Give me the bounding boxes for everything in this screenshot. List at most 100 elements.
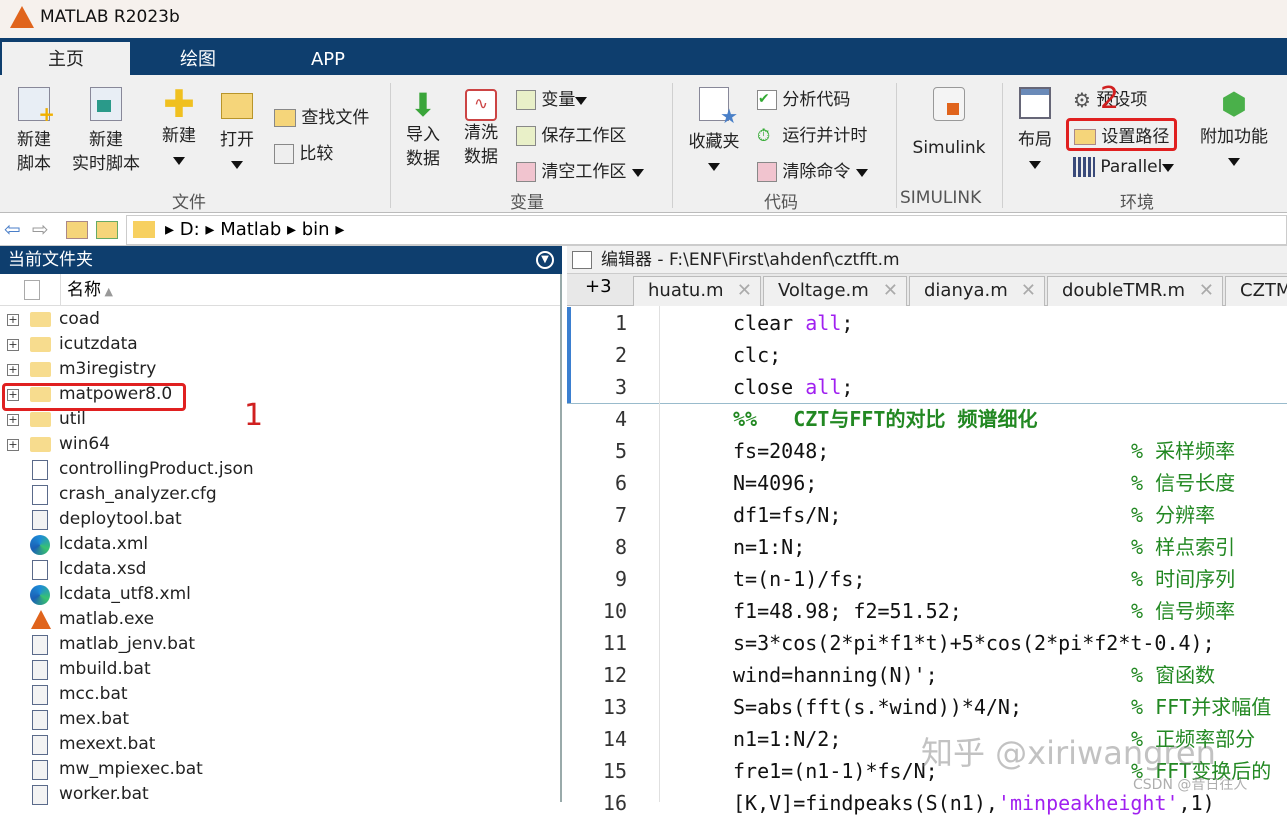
- line-number: 2: [567, 339, 627, 371]
- file-list-item[interactable]: matlab_jenv.bat: [0, 632, 560, 657]
- label: 分析代码: [782, 90, 850, 110]
- new-live-script-button[interactable]: 新建实时脚本: [66, 87, 146, 176]
- file-name: matlab.exe: [59, 607, 154, 632]
- file-list-item[interactable]: mbuild.bat: [0, 657, 560, 682]
- tab-apps[interactable]: APP: [270, 42, 386, 75]
- close-icon[interactable]: ✕: [1199, 277, 1214, 305]
- expand-icon[interactable]: +: [7, 339, 19, 351]
- expand-icon[interactable]: +: [7, 414, 19, 426]
- line-number: 6: [567, 467, 627, 499]
- file-list-item[interactable]: mexext.bat: [0, 732, 560, 757]
- editor-tab[interactable]: huatu.m✕: [633, 276, 761, 306]
- path-part[interactable]: D:: [180, 219, 200, 240]
- name-column-header[interactable]: 名称 ▲: [60, 274, 113, 306]
- variable-icon: [516, 90, 536, 110]
- code-text: S=abs(fft(s.*wind))*4/N;: [733, 691, 1022, 723]
- file-list-item[interactable]: crash_analyzer.cfg: [0, 482, 560, 507]
- save-workspace-button[interactable]: 保存工作区: [516, 121, 626, 146]
- tab-plots[interactable]: 绘图: [140, 42, 256, 75]
- editor-tab[interactable]: doubleTMR.m✕: [1047, 276, 1223, 306]
- clean-data-button[interactable]: ∿ 清洗数据: [458, 87, 504, 169]
- simulink-icon: [933, 87, 965, 121]
- import-data-button[interactable]: ⬇ 导入数据: [400, 87, 446, 171]
- file-list-item[interactable]: controllingProduct.json: [0, 457, 560, 482]
- parallel-button[interactable]: Parallel: [1073, 157, 1174, 177]
- file-name: controllingProduct.json: [59, 457, 254, 482]
- variable-button[interactable]: 变量: [516, 85, 587, 110]
- label: 实时脚本: [66, 152, 146, 176]
- code-text: clc;: [733, 339, 781, 371]
- label: 运行并计时: [782, 126, 867, 146]
- addons-button[interactable]: ⬢ 附加功能: [1194, 87, 1274, 173]
- editor-tab[interactable]: dianya.m✕: [909, 276, 1045, 306]
- expand-icon[interactable]: +: [7, 364, 19, 376]
- file-name: mcc.bat: [59, 682, 128, 707]
- tab-overflow-button[interactable]: +3: [585, 276, 612, 297]
- new-script-button[interactable]: + 新建脚本: [8, 87, 60, 176]
- path-part[interactable]: bin: [302, 219, 330, 240]
- expand-icon[interactable]: +: [7, 314, 19, 326]
- forward-arrow-icon[interactable]: ⇨: [32, 217, 49, 241]
- checkmark-icon: ✔: [757, 90, 777, 110]
- open-button[interactable]: 打开: [214, 87, 260, 176]
- clear-workspace-button[interactable]: 清空工作区: [516, 157, 644, 182]
- code-line: 3close all;: [567, 371, 1287, 403]
- up-folder-icon[interactable]: [66, 221, 88, 239]
- code-comment: % 窗函数: [1131, 659, 1215, 691]
- line-number: 8: [567, 531, 627, 563]
- label: Simulink: [906, 136, 992, 160]
- clear-commands-button[interactable]: 清除命令: [757, 157, 868, 182]
- file-list-item[interactable]: mex.bat: [0, 707, 560, 732]
- folder-icon: [30, 437, 51, 452]
- file-list-item[interactable]: lcdata.xml: [0, 532, 560, 557]
- close-icon[interactable]: ✕: [883, 277, 898, 305]
- layout-button[interactable]: 布局: [1012, 87, 1058, 176]
- panel-menu-icon[interactable]: ▼: [536, 251, 554, 269]
- chevron-down-icon: [1228, 158, 1240, 166]
- matlab-exe-icon: [31, 610, 51, 629]
- find-files-button[interactable]: 查找文件: [274, 103, 369, 128]
- file-list-item[interactable]: +m3iregistry: [0, 357, 560, 382]
- editor-tab[interactable]: CZTM: [1225, 276, 1287, 306]
- favorites-icon: ★: [699, 87, 729, 121]
- code-text: n1=1:N/2;: [733, 723, 841, 755]
- back-arrow-icon[interactable]: ⇦: [4, 217, 21, 241]
- code-comment: % 采样频率: [1131, 435, 1235, 467]
- editor-tabs: +3 huatu.m✕ Voltage.m✕ dianya.m✕ doubleT…: [567, 274, 1287, 306]
- code-comment: % 分辨率: [1131, 499, 1215, 531]
- file-list-item[interactable]: +win64: [0, 432, 560, 457]
- path-part[interactable]: Matlab: [220, 219, 281, 240]
- new-button[interactable]: ✚ 新建: [156, 87, 202, 172]
- simulink-button[interactable]: Simulink: [906, 87, 992, 160]
- file-list-item[interactable]: deploytool.bat: [0, 507, 560, 532]
- favorites-button[interactable]: ★ 收藏夹: [684, 87, 744, 178]
- file-list-item[interactable]: lcdata.xsd: [0, 557, 560, 582]
- code-line: 8n=1:N;% 样点索引: [567, 531, 1287, 563]
- file-list-item[interactable]: worker.bat: [0, 782, 560, 807]
- file-list-item[interactable]: lcdata_utf8.xml: [0, 582, 560, 607]
- path-field[interactable]: ▸ D: ▸ Matlab ▸ bin ▸: [126, 215, 1287, 245]
- batch-file-icon: [32, 710, 48, 730]
- run-and-time-button[interactable]: ⏱ 运行并计时: [757, 121, 867, 146]
- set-path-button[interactable]: 设置路径: [1066, 118, 1177, 151]
- close-icon[interactable]: ✕: [737, 277, 752, 305]
- compare-button[interactable]: 比较: [274, 139, 333, 164]
- browse-folder-icon[interactable]: [96, 221, 118, 239]
- editor-pencil-icon: [572, 251, 592, 269]
- label: 数据: [458, 145, 504, 169]
- file-name: coad: [59, 307, 100, 332]
- file-list-item[interactable]: matlab.exe: [0, 607, 560, 632]
- expand-icon[interactable]: +: [7, 439, 19, 451]
- file-name: mexext.bat: [59, 732, 155, 757]
- eraser-icon: [516, 162, 536, 182]
- file-icon: [32, 460, 48, 480]
- analyze-code-button[interactable]: ✔ 分析代码: [757, 85, 850, 110]
- file-name: mbuild.bat: [59, 657, 151, 682]
- file-list-item[interactable]: mw_mpiexec.bat: [0, 757, 560, 782]
- file-list-item[interactable]: +icutzdata: [0, 332, 560, 357]
- file-list-item[interactable]: + coad: [0, 307, 560, 332]
- close-icon[interactable]: ✕: [1021, 277, 1036, 305]
- tab-home[interactable]: 主页: [2, 42, 130, 75]
- file-list-item[interactable]: mcc.bat: [0, 682, 560, 707]
- editor-tab[interactable]: Voltage.m✕: [763, 276, 907, 306]
